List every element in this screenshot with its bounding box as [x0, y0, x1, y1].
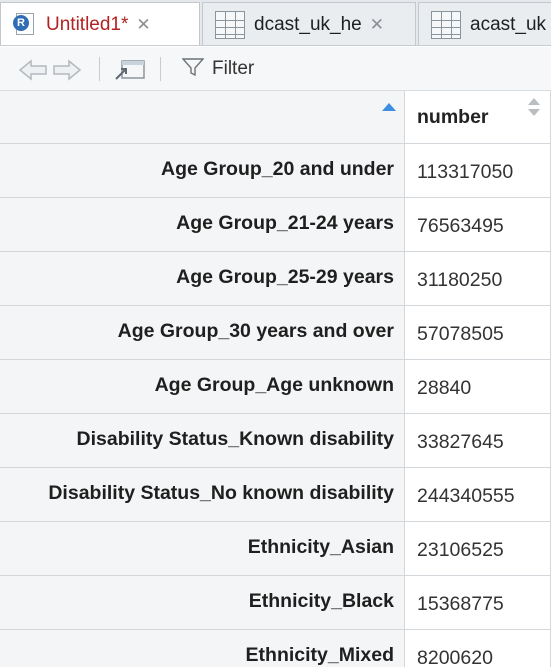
row-name-cell: Ethnicity_Asian	[0, 522, 405, 575]
number-cell: 244340555	[405, 468, 551, 521]
row-name-cell: Age Group_25-29 years	[0, 252, 405, 305]
table-row: Ethnicity_Asian 23106525	[0, 522, 551, 576]
table-row: Age Group_Age unknown 28840	[0, 360, 551, 414]
tab-label: Untitled1*	[46, 14, 129, 35]
row-name-cell: Age Group_21-24 years	[0, 198, 405, 251]
row-name-cell: Age Group_30 years and over	[0, 306, 405, 359]
table-grid-icon	[431, 10, 461, 39]
number-cell: 28840	[405, 360, 551, 413]
table-row: Ethnicity_Black 15368775	[0, 576, 551, 630]
tab-untitled1[interactable]: R Untitled1* ✕	[0, 2, 200, 45]
forward-arrow-icon[interactable]	[52, 58, 82, 87]
close-icon[interactable]: ✕	[370, 15, 384, 35]
table-grid-icon	[215, 10, 245, 39]
toolbar-separator	[160, 57, 161, 81]
table-row: Age Group_30 years and over 57078505	[0, 306, 551, 360]
tab-dcast-uk-he[interactable]: dcast_uk_he ✕	[202, 2, 416, 45]
row-name-cell: Disability Status_No known disability	[0, 468, 405, 521]
row-name-cell: Ethnicity_Mixed	[0, 630, 405, 667]
number-cell: 31180250	[405, 252, 551, 305]
toolbar-separator	[99, 57, 100, 81]
sort-toggle-icon	[528, 98, 540, 118]
close-icon[interactable]: ✕	[136, 15, 150, 35]
back-arrow-icon[interactable]	[18, 58, 48, 87]
number-cell: 113317050	[405, 144, 551, 197]
tab-label: acast_uk	[470, 13, 547, 35]
popout-window-icon[interactable]	[114, 59, 146, 86]
data-table: number Age Group_20 and under 113317050 Ag…	[0, 91, 551, 667]
table-row: Ethnicity_Mixed 8200620	[0, 630, 551, 667]
number-cell: 15368775	[405, 576, 551, 629]
row-name-cell: Ethnicity_Black	[0, 576, 405, 629]
number-cell: 57078505	[405, 306, 551, 359]
tab-label: dcast_uk_he	[254, 13, 362, 35]
table-header-row: number	[0, 91, 551, 144]
row-name-cell: Age Group_Age unknown	[0, 360, 405, 413]
row-names-header[interactable]	[0, 91, 405, 143]
tab-acast-uk[interactable]: acast_uk	[418, 2, 551, 45]
column-header-label: number	[417, 106, 489, 128]
r-script-icon: R	[13, 13, 37, 37]
table-row: Age Group_25-29 years 31180250	[0, 252, 551, 306]
number-cell: 8200620	[405, 630, 551, 667]
number-cell: 76563495	[405, 198, 551, 251]
row-name-cell: Age Group_20 and under	[0, 144, 405, 197]
funnel-icon	[181, 57, 205, 82]
table-row: Disability Status_No known disability 244…	[0, 468, 551, 522]
table-row: Age Group_20 and under 113317050	[0, 144, 551, 198]
sort-ascending-icon	[382, 103, 396, 111]
number-cell: 33827645	[405, 414, 551, 467]
editor-tab-bar: R Untitled1* ✕ dcast_uk_he ✕ acast_uk	[0, 0, 551, 46]
row-name-cell: Disability Status_Known disability	[0, 414, 405, 467]
filter-label: Filter	[212, 58, 255, 79]
filter-button[interactable]: Filter	[181, 55, 255, 83]
data-viewer-toolbar: Filter	[0, 47, 551, 91]
table-row: Age Group_21-24 years 76563495	[0, 198, 551, 252]
number-cell: 23106525	[405, 522, 551, 575]
table-row: Disability Status_Known disability 338276…	[0, 414, 551, 468]
column-header-number[interactable]: number	[405, 91, 551, 143]
